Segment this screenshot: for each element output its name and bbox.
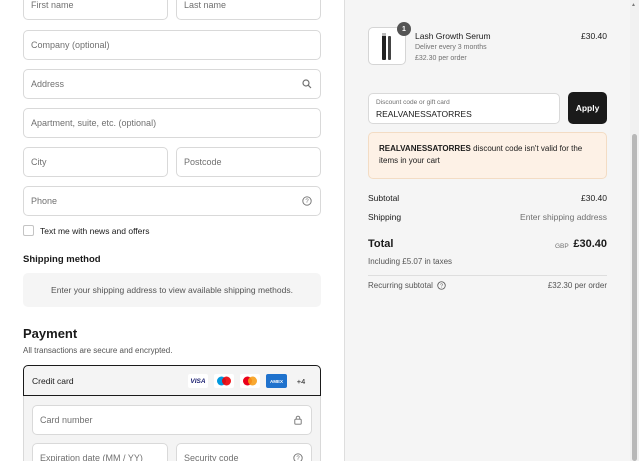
security-code-field[interactable]: Security code ? bbox=[176, 443, 312, 461]
credit-card-option[interactable]: Credit card VISA AMEX +4 bbox=[23, 365, 321, 396]
quantity-badge: 1 bbox=[397, 22, 411, 36]
product-name: Lash Growth Serum bbox=[415, 31, 491, 41]
shipping-method-placeholder: Enter your shipping address to view avai… bbox=[23, 273, 321, 307]
card-number-field[interactable]: Card number bbox=[32, 405, 312, 435]
discount-code-input[interactable]: Discount code or gift card REALVANESSATO… bbox=[368, 93, 560, 124]
discount-error-message: REALVANESSATORRES discount code isn't va… bbox=[368, 132, 607, 179]
subtotal-value: £30.40 bbox=[581, 193, 607, 203]
product-per-order: £32.30 per order bbox=[415, 55, 467, 62]
shipping-value: Enter shipping address bbox=[520, 212, 607, 222]
svg-text:?: ? bbox=[440, 283, 443, 289]
svg-text:?: ? bbox=[296, 456, 300, 461]
discount-code-value: REALVANESSATORRES bbox=[376, 109, 472, 119]
recurring-subtotal: Recurring subtotal ? bbox=[368, 281, 446, 290]
phone-field[interactable]: Phone ? bbox=[23, 186, 321, 216]
apply-button[interactable]: Apply bbox=[568, 92, 607, 124]
error-code: REALVANESSATORRES bbox=[379, 144, 471, 153]
order-summary-panel bbox=[344, 0, 639, 461]
payment-subtitle: All transactions are secure and encrypte… bbox=[23, 346, 173, 355]
discount-code-label: Discount code or gift card bbox=[376, 99, 450, 106]
total-label: Total bbox=[368, 238, 394, 250]
subtotal-label: Subtotal bbox=[368, 193, 400, 203]
svg-text:?: ? bbox=[305, 199, 309, 205]
mastercard-icon bbox=[240, 374, 260, 388]
apartment-placeholder: Apartment, suite, etc. (optional) bbox=[31, 118, 157, 128]
card-number-placeholder: Card number bbox=[40, 415, 93, 425]
total-value: £30.40 bbox=[573, 238, 607, 250]
apartment-field[interactable]: Apartment, suite, etc. (optional) bbox=[23, 108, 321, 138]
amex-icon: AMEX bbox=[266, 374, 287, 388]
visa-icon: VISA bbox=[188, 374, 208, 388]
checkout-form-panel: First name Last name Company (optional) … bbox=[0, 0, 344, 461]
last-name-field[interactable]: Last name bbox=[176, 0, 321, 20]
city-placeholder: City bbox=[31, 157, 47, 167]
text-me-label: Text me with news and offers bbox=[40, 226, 150, 236]
first-name-field[interactable]: First name bbox=[23, 0, 168, 20]
shipping-method-heading: Shipping method bbox=[23, 254, 101, 265]
expiration-date-field[interactable]: Expiration date (MM / YY) bbox=[32, 443, 168, 461]
product-price: £30.40 bbox=[581, 31, 607, 41]
recurring-value: £32.30 per order bbox=[547, 281, 607, 290]
address-field[interactable]: Address bbox=[23, 69, 321, 99]
postcode-field[interactable]: Postcode bbox=[176, 147, 321, 177]
divider bbox=[368, 275, 607, 276]
help-circle-icon[interactable]: ? bbox=[293, 453, 303, 461]
credit-card-panel: Card number Expiration date (MM / YY) Se… bbox=[23, 396, 321, 461]
scroll-up-icon[interactable]: ▲ bbox=[631, 2, 636, 8]
recurring-label: Recurring subtotal bbox=[368, 281, 433, 290]
shipping-message: Enter your shipping address to view avai… bbox=[51, 285, 293, 295]
company-placeholder: Company (optional) bbox=[31, 40, 110, 50]
city-field[interactable]: City bbox=[23, 147, 168, 177]
more-brands-badge: +4 bbox=[296, 376, 306, 386]
maestro-icon bbox=[214, 374, 234, 388]
text-me-checkbox[interactable] bbox=[23, 225, 34, 236]
product-frequency: Deliver every 3 months bbox=[415, 44, 487, 51]
last-name-placeholder: Last name bbox=[184, 0, 227, 10]
expiration-placeholder: Expiration date (MM / YY) bbox=[40, 453, 143, 461]
payment-heading: Payment bbox=[23, 326, 78, 341]
company-field[interactable]: Company (optional) bbox=[23, 30, 321, 60]
address-placeholder: Address bbox=[31, 79, 65, 89]
total-currency: GBP bbox=[555, 243, 569, 250]
scrollbar-thumb[interactable] bbox=[632, 134, 637, 461]
credit-card-label: Credit card bbox=[32, 376, 74, 386]
help-circle-icon[interactable]: ? bbox=[302, 196, 312, 206]
postcode-placeholder: Postcode bbox=[184, 157, 222, 167]
info-icon[interactable]: ? bbox=[437, 281, 446, 290]
security-code-placeholder: Security code bbox=[184, 453, 239, 461]
first-name-placeholder: First name bbox=[31, 0, 74, 10]
search-icon bbox=[302, 79, 312, 89]
phone-placeholder: Phone bbox=[31, 196, 58, 206]
taxes-text: Including £5.07 in taxes bbox=[368, 257, 453, 266]
lock-icon bbox=[294, 415, 302, 425]
shipping-label: Shipping bbox=[368, 212, 402, 222]
